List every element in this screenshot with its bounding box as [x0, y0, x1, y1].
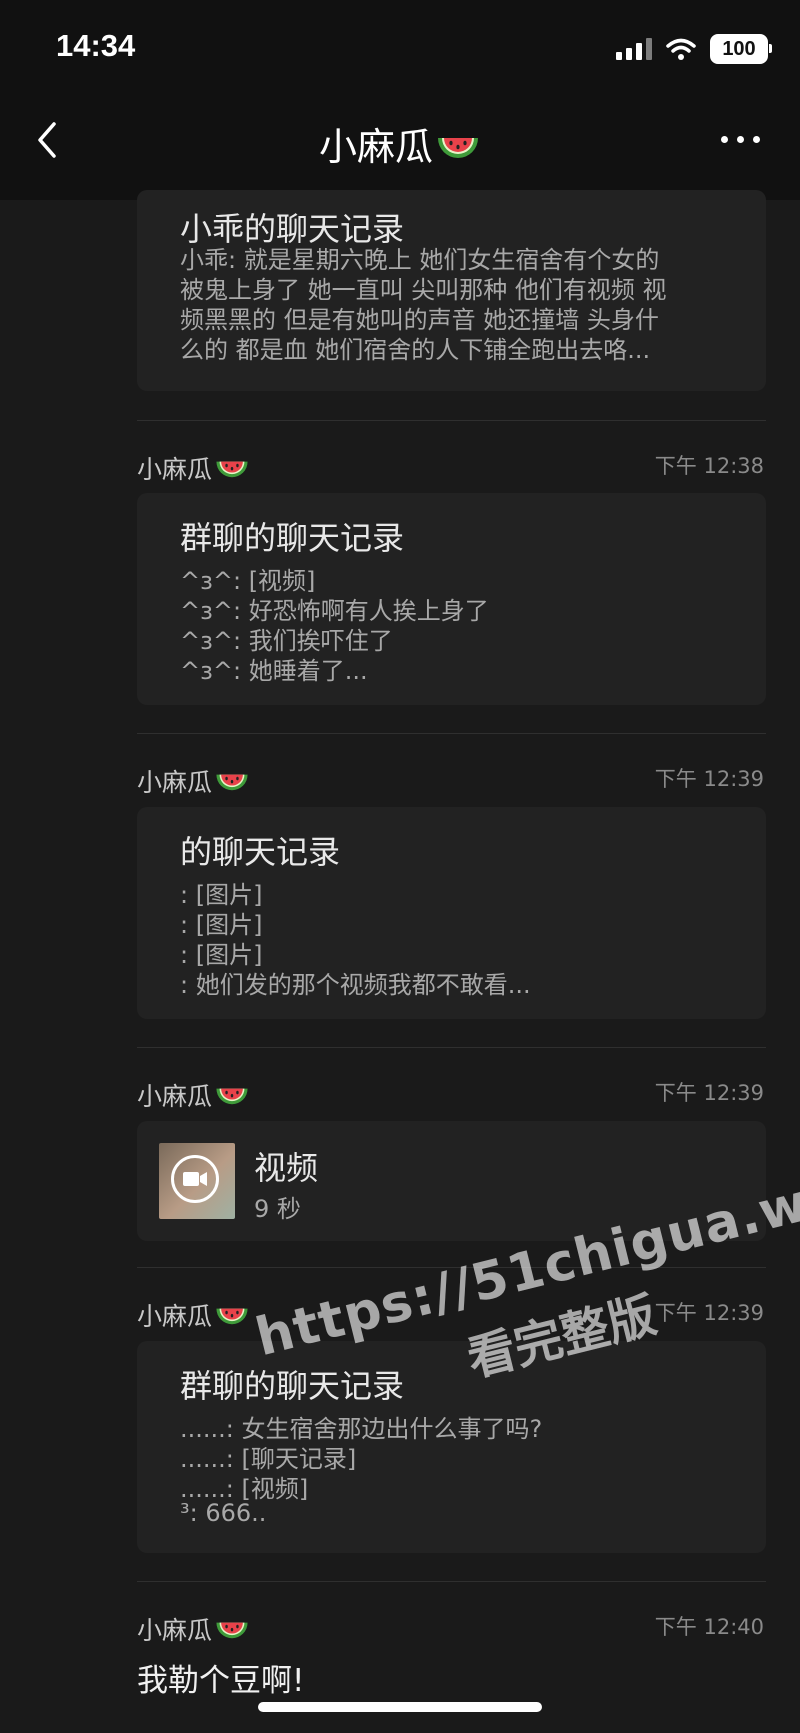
divider	[137, 420, 766, 421]
chat-record-line: ^ɜ^: 她睡着了...	[180, 657, 368, 685]
chat-record-title: 群聊的聊天记录	[180, 1367, 405, 1405]
message-timestamp: 下午 12:40	[654, 1615, 764, 1639]
status-bar: 14:34 100	[0, 0, 800, 100]
watermelon-icon	[216, 461, 248, 478]
sender-name: 小麻瓜	[137, 763, 250, 799]
video-thumbnail[interactable]	[159, 1143, 235, 1219]
sender-name: 小麻瓜	[137, 1077, 250, 1113]
cellular-signal-icon	[616, 38, 652, 60]
chat-history-list: 小乖的聊天记录 小乖: 就是星期六晚上 她们女生宿舍有个女的 被鬼上身了 她一直…	[0, 190, 800, 1733]
sender-name: 小麻瓜	[137, 1611, 250, 1647]
watermelon-icon	[216, 1308, 248, 1325]
message-timestamp: 下午 12:38	[654, 454, 764, 478]
chat-record-line: ³: 666..	[180, 1499, 267, 1527]
sender-name: 小麻瓜	[137, 1297, 250, 1333]
divider	[137, 1047, 766, 1048]
chat-record-card[interactable]: 的聊天记录 : [图片] : [图片] : [图片] : 她们发的那个视频我都不…	[137, 807, 766, 1019]
chat-record-title: 的聊天记录	[180, 833, 341, 871]
home-indicator[interactable]	[258, 1702, 542, 1712]
more-options-icon[interactable]	[721, 136, 760, 143]
video-duration: 9 秒	[254, 1195, 301, 1223]
message-timestamp: 下午 12:39	[654, 1081, 764, 1105]
chat-record-card[interactable]: 群聊的聊天记录 ......: 女生宿舍那边出什么事了吗? ......: [聊…	[137, 1341, 766, 1553]
message-timestamp: 下午 12:39	[654, 767, 764, 791]
video-camera-icon	[171, 1155, 219, 1203]
chat-record-card[interactable]: 小乖的聊天记录 小乖: 就是星期六晚上 她们女生宿舍有个女的 被鬼上身了 她一直…	[137, 190, 766, 391]
chat-record-line: 么的 都是血 她们宿舍的人下铺全跑出去咯...	[180, 336, 651, 364]
divider	[137, 733, 766, 734]
message-text[interactable]: 我勒个豆啊!	[137, 1655, 304, 1700]
watermelon-icon	[216, 1088, 248, 1105]
watermelon-icon	[216, 1622, 248, 1639]
video-title: 视频	[254, 1149, 319, 1187]
sender-name-text: 小麻瓜	[137, 1616, 213, 1645]
wifi-icon	[666, 38, 696, 60]
sender-name-text: 小麻瓜	[137, 768, 213, 797]
status-icons: 100	[616, 34, 772, 64]
chat-title-text: 小麻瓜	[318, 125, 433, 169]
message-timestamp: 下午 12:39	[654, 1301, 764, 1325]
chat-record-line: : 她们发的那个视频我都不敢看...	[180, 971, 531, 999]
chat-record-card[interactable]: 群聊的聊天记录 ^ɜ^: [视频] ^ɜ^: 好恐怖啊有人挨上身了 ^ɜ^: 我…	[137, 493, 766, 705]
sender-name: 小麻瓜	[137, 450, 250, 486]
chat-record-title: 群聊的聊天记录	[180, 519, 405, 557]
watermelon-icon	[216, 774, 248, 791]
chat-title: 小麻瓜	[0, 116, 800, 171]
battery-icon: 100	[710, 34, 772, 64]
divider	[137, 1267, 766, 1268]
video-message-card[interactable]: 视频 9 秒	[137, 1121, 766, 1241]
sender-name-text: 小麻瓜	[137, 1082, 213, 1111]
divider	[137, 1581, 766, 1582]
sender-name-text: 小麻瓜	[137, 1302, 213, 1331]
status-time: 14:34	[56, 28, 136, 63]
sender-name-text: 小麻瓜	[137, 455, 213, 484]
watermelon-icon	[438, 137, 478, 158]
